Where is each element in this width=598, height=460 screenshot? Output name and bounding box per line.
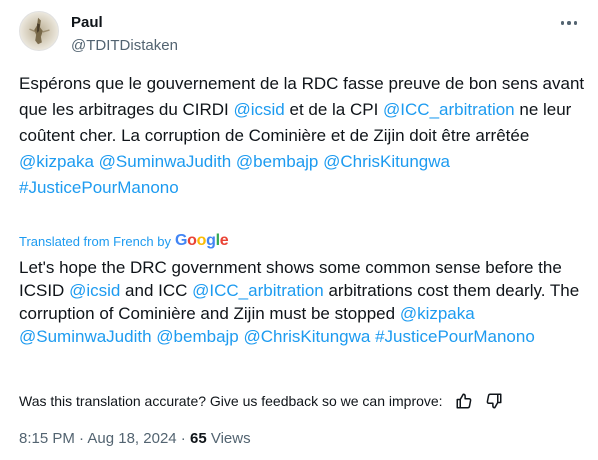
mention-link[interactable]: @SuminwaJudith (99, 152, 232, 171)
author-name[interactable]: Paul (71, 14, 103, 31)
mention-link[interactable]: @kizpaka (400, 304, 475, 323)
tweet-time[interactable]: 8:15 PM (19, 430, 75, 447)
thumbs-up-icon[interactable] (455, 392, 473, 410)
mention-link[interactable]: @ICC_arbitration (192, 281, 324, 300)
translated-from-label[interactable]: Translated from French by (19, 234, 171, 249)
tweet-meta: 8:15 PM · Aug 18, 2024 · 65 Views (19, 430, 251, 447)
views-label: Views (206, 430, 251, 447)
feedback-prompt: Was this translation accurate? Give us f… (19, 393, 443, 409)
tweet-translated-text: Let's hope the DRC government shows some… (19, 256, 587, 348)
mention-link[interactable]: @ChrisKitungwa (243, 327, 370, 346)
mention-link[interactable]: @icsid (69, 281, 120, 300)
tweet-date[interactable]: Aug 18, 2024 (87, 430, 176, 447)
mention-link[interactable]: @bembajp (236, 152, 318, 171)
mention-link[interactable]: @kizpaka (19, 152, 94, 171)
more-dots-icon[interactable] (556, 12, 582, 34)
google-logo: Google (174, 232, 229, 249)
mention-link[interactable]: @icsid (234, 100, 285, 119)
mention-link[interactable]: @ICC_arbitration (383, 100, 515, 119)
translation-attribution[interactable]: Translated from French by Google (19, 232, 229, 250)
meta-separator: · (74, 430, 88, 447)
author-handle[interactable]: @TDITDistaken (71, 37, 178, 54)
tweet-text-segment: et de la CPI (284, 100, 384, 119)
hashtag-link[interactable]: #JusticePourManono (375, 327, 535, 346)
thumbs-down-icon[interactable] (485, 392, 503, 410)
avatar[interactable] (19, 11, 59, 51)
meta-separator: · (176, 430, 190, 447)
tweet-original-text: Espérons que le gouvernement de la RDC f… (19, 71, 587, 201)
tweet-text-segment: and ICC (120, 281, 193, 300)
mention-link[interactable]: @ChrisKitungwa (323, 152, 450, 171)
mention-link[interactable]: @bembajp (156, 327, 238, 346)
tweet-card: Paul @TDITDistaken Espérons que le gouve… (0, 0, 598, 460)
mention-link[interactable]: @SuminwaJudith (19, 327, 152, 346)
translation-feedback: Was this translation accurate? Give us f… (19, 392, 503, 410)
hashtag-link[interactable]: #JusticePourManono (19, 178, 179, 197)
views-count: 65 (189, 430, 207, 447)
